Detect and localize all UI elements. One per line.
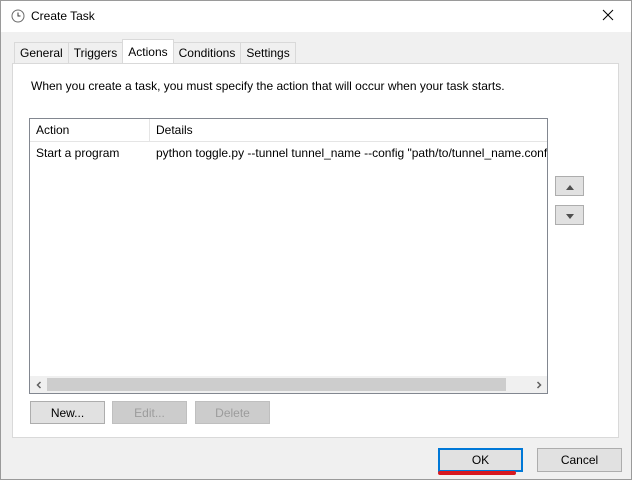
scroll-thumb[interactable] [47,378,506,391]
tab-strip: General Triggers Actions Conditions Sett… [14,39,296,63]
title-bar: Create Task [1,1,631,32]
column-header-action[interactable]: Action [30,119,150,142]
tab-general[interactable]: General [14,42,69,63]
column-header-details[interactable]: Details [150,119,547,142]
chevron-right-icon [535,378,543,392]
delete-action-button[interactable]: Delete [195,401,270,424]
actions-description: When you create a task, you must specify… [31,79,505,93]
ok-button[interactable]: OK [438,448,523,472]
horizontal-scrollbar[interactable] [30,376,547,393]
tab-actions[interactable]: Actions [122,39,174,63]
new-action-button[interactable]: New... [30,401,105,424]
action-cell: Start a program [36,146,120,160]
actions-tab-panel: When you create a task, you must specify… [12,63,619,438]
close-icon [602,9,614,24]
scroll-track[interactable] [47,376,530,393]
scroll-left-button[interactable] [30,376,47,393]
create-task-dialog: Create Task General Triggers Actions Con… [0,0,632,480]
move-up-button[interactable] [555,176,584,196]
details-cell: python toggle.py --tunnel tunnel_name --… [156,146,547,160]
arrow-down-icon [565,208,574,222]
tab-triggers[interactable]: Triggers [67,42,124,63]
arrow-up-icon [565,179,574,193]
list-item[interactable]: Start a program python toggle.py --tunne… [30,144,547,163]
actions-list[interactable]: Action Details Start a program python to… [29,118,548,394]
edit-action-button[interactable]: Edit... [112,401,187,424]
clock-icon [11,9,25,23]
move-down-button[interactable] [555,205,584,225]
cancel-button[interactable]: Cancel [537,448,622,472]
scroll-right-button[interactable] [530,376,547,393]
window-title: Create Task [31,9,95,23]
annotation-underline [438,471,516,475]
chevron-left-icon [35,378,43,392]
close-button[interactable] [585,1,631,32]
tab-conditions[interactable]: Conditions [172,42,242,63]
tab-settings[interactable]: Settings [240,42,296,63]
list-header: Action Details [30,119,547,142]
